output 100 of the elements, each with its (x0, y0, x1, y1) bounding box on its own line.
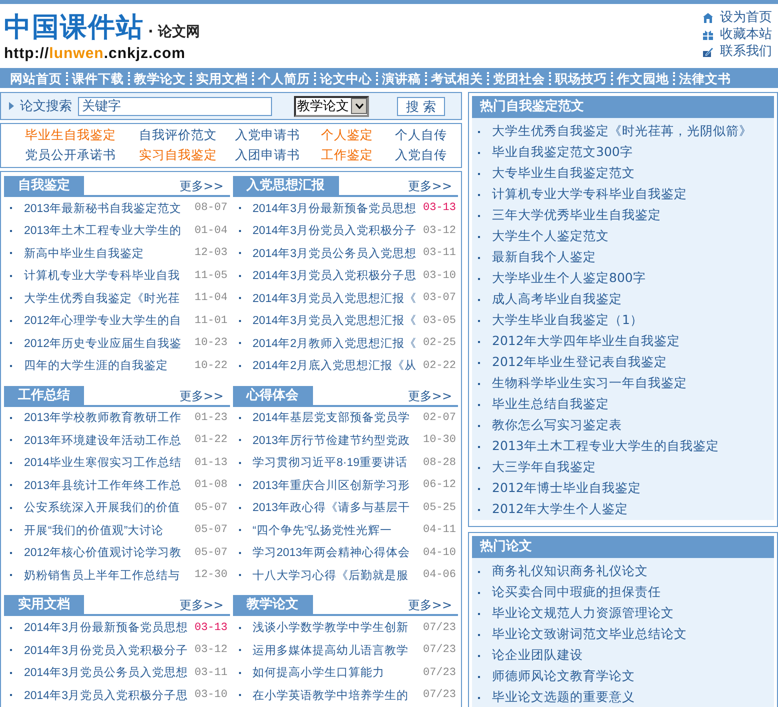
more-link[interactable]: 更多>> (179, 596, 224, 614)
article-link[interactable]: 成人高考毕业自我鉴定 (492, 291, 622, 308)
article-link[interactable]: 2012年大学四年毕业生自我鉴定 (492, 333, 680, 350)
article-link[interactable]: 2013年最新秘书自我鉴定范文 (24, 200, 190, 216)
article-link[interactable]: 2013年厉行节俭建节约型党政 (252, 432, 419, 448)
article-link[interactable]: 在小学英语教学中培养学生的 (252, 688, 419, 703)
article-link[interactable]: 2013年学校教师教育教研工作 (24, 410, 190, 426)
article-date: 05-07 (194, 502, 228, 514)
article-link[interactable]: 大学生个人鉴定范文 (492, 228, 609, 245)
article-link[interactable]: 毕业论文规范人力资源管理论文 (492, 605, 674, 622)
article-link[interactable]: 2013年土木工程专业大学生的自我鉴定 (492, 438, 719, 455)
more-link[interactable]: 更多>> (408, 177, 452, 195)
article-link[interactable]: 2014年3月党员公务员入党思想 (24, 665, 190, 680)
article-link[interactable]: 2014年3月党员公务员入党思想 (252, 246, 419, 261)
more-link[interactable]: 更多>> (408, 596, 452, 614)
article-link[interactable]: 2014毕业生寒假实习工作总结 (24, 455, 190, 470)
quick-link[interactable]: 自我评价范文 (139, 127, 235, 144)
article-link[interactable]: 2013年重庆合川区创新学习形 (252, 478, 419, 493)
search-button[interactable]: 搜 索 (397, 96, 446, 116)
header-link[interactable]: 联系我们 (702, 44, 772, 60)
article-link[interactable]: 计算机专业大学专科毕业自我鉴定 (492, 186, 687, 203)
article-date: 11-05 (194, 270, 228, 282)
article-date: 03-13 (422, 202, 456, 214)
article-link[interactable]: 毕业生总结自我鉴定 (492, 396, 609, 413)
article-link[interactable]: 生物科学毕业生实习一年自我鉴定 (492, 375, 687, 392)
article-link[interactable]: 2014年3月党员入党思想汇报《 (252, 290, 419, 306)
quick-link[interactable]: 入党自传 (395, 147, 465, 164)
article-link[interactable]: 学习2013年两会精神心得体会 (252, 545, 419, 560)
article-link[interactable]: 2014年3月党员入党积极分子思 (252, 268, 419, 284)
article-date: 03-07 (422, 292, 456, 304)
article-link[interactable]: 论买卖合同中瑕疵的担保责任 (492, 584, 661, 601)
article-link[interactable]: 如何提高小学生口算能力 (252, 665, 419, 680)
article-link[interactable]: 毕业论文致谢词范文毕业总结论文 (492, 626, 687, 643)
article-link[interactable]: 大专毕业生自我鉴定范文 (492, 165, 635, 182)
more-link[interactable]: 更多>> (179, 177, 224, 195)
article-link[interactable]: 2014年3月份最新预备党员思想 (24, 620, 190, 636)
article-link[interactable]: 2012年心理学专业大学生的自 (24, 313, 190, 328)
dropdown-icon (351, 98, 367, 114)
article-link[interactable]: 2014年3月党员入党思想汇报《 (252, 313, 419, 328)
article-link[interactable]: 教你怎么写实习鉴定表 (492, 417, 622, 434)
quick-link[interactable]: 入党申请书 (235, 127, 321, 144)
article-date: 10-22 (194, 360, 228, 372)
article-date: 04-10 (422, 546, 456, 559)
article-link[interactable]: 2014年3月份最新预备党员思想 (252, 200, 419, 216)
article-link[interactable]: 2012年毕业生登记表自我鉴定 (492, 354, 667, 371)
article-link[interactable]: 2014年2月教师入党思想汇报《 (252, 336, 419, 351)
article-link[interactable]: 大学生优秀自我鉴定《时光荏苒，光阴似箭》 (492, 123, 752, 140)
article-link[interactable]: 2012年大学生个人鉴定 (492, 501, 628, 518)
article-link[interactable]: 2013年政心得《请多与基层干 (252, 500, 419, 516)
site-logo[interactable]: 中国课件站 (4, 8, 144, 44)
quick-link[interactable]: 入团申请书 (235, 147, 321, 164)
panel-title: 热门论文 (472, 536, 774, 558)
header-link[interactable]: 设为首页 (702, 10, 772, 26)
article-link[interactable]: 计算机专业大学专科毕业自我 (24, 268, 190, 284)
article-link[interactable]: 2014年3月党员入党积极分子思 (24, 688, 190, 703)
article-link[interactable]: 2012年核心价值观讨论学习教 (24, 545, 190, 560)
article-link[interactable]: 开展“我们的价值观”大讨论 (24, 522, 190, 538)
article-date: 03-10 (194, 689, 228, 702)
search-field[interactable]: 关键字 (78, 96, 272, 116)
article-link[interactable]: 运用多媒体提高幼儿语言教学 (252, 642, 419, 658)
article-link[interactable]: 毕业论文选题的重要意义 (492, 689, 635, 706)
quick-link[interactable]: 党员公开承诺书 (25, 147, 139, 164)
home-icon (702, 12, 714, 24)
site-url: http://lunwen.cnkjz.com (4, 44, 187, 62)
category-select[interactable]: 教学论文 (294, 96, 369, 116)
article-link[interactable]: 最新自我个人鉴定 (492, 249, 596, 266)
article-link[interactable]: 2013年土木工程专业大学生的 (24, 223, 190, 238)
article-link[interactable]: 2014年2月底入党思想汇报《从 (252, 358, 419, 374)
quick-link[interactable]: 个人自传 (395, 127, 465, 144)
article-link[interactable]: 四年的大学生涯的自我鉴定 (24, 358, 190, 374)
article-link[interactable]: 公安系统深入开展我们的价值 (24, 500, 190, 516)
article-link[interactable]: 大学生毕业自我鉴定（1） (492, 312, 643, 329)
header-link[interactable]: 收藏本站 (702, 27, 772, 43)
article-link[interactable]: 十八大学习心得《后勤就是服 (252, 568, 419, 583)
article-date: 05-25 (422, 502, 456, 514)
article-date: 03-11 (422, 247, 456, 260)
article-link[interactable]: 商务礼仪知识商务礼仪论文 (492, 563, 648, 580)
article-link[interactable]: 2014年3月份党员入党积极分子 (24, 642, 190, 658)
article-link[interactable]: “四个争先”弘扬党性光辉一 (252, 522, 419, 538)
article-link[interactable]: 大三学年自我鉴定 (492, 459, 596, 476)
article-link[interactable]: 新高中毕业生自我鉴定 (24, 246, 190, 261)
more-link[interactable]: 更多>> (179, 386, 224, 405)
article-link[interactable]: 2013年县统计工作年终工作总 (24, 478, 190, 493)
article-link[interactable]: 学习贯彻习近平8·19重要讲话 (252, 455, 419, 470)
article-link[interactable]: 2012年历史专业应届生自我鉴 (24, 336, 190, 351)
more-link[interactable]: 更多>> (408, 386, 452, 405)
article-link[interactable]: 大学毕业生个人鉴定800字 (492, 270, 646, 287)
article-link[interactable]: 2013年环境建设年活动工作总 (24, 432, 190, 448)
article-date: 04-11 (422, 524, 456, 536)
article-link[interactable]: 浅谈小学数学教学中学生创新 (252, 620, 419, 636)
article-link[interactable]: 2012年博士毕业自我鉴定 (492, 480, 641, 497)
article-link[interactable]: 2014年基层党支部预备党员学 (252, 410, 419, 426)
article-link[interactable]: 奶粉销售员上半年工作总结与 (24, 568, 190, 583)
article-link[interactable]: 师德师风论文教育学论文 (492, 668, 635, 685)
article-link[interactable]: 论企业团队建设 (492, 647, 583, 664)
article-link[interactable]: 毕业自我鉴定范文300字 (492, 144, 633, 161)
article-date: 01-22 (194, 434, 228, 446)
article-link[interactable]: 三年大学优秀毕业生自我鉴定 (492, 207, 661, 224)
article-link[interactable]: 大学生优秀自我鉴定《时光荏 (24, 290, 190, 306)
article-link[interactable]: 2014年3月份党员入党积极分子 (252, 223, 419, 238)
